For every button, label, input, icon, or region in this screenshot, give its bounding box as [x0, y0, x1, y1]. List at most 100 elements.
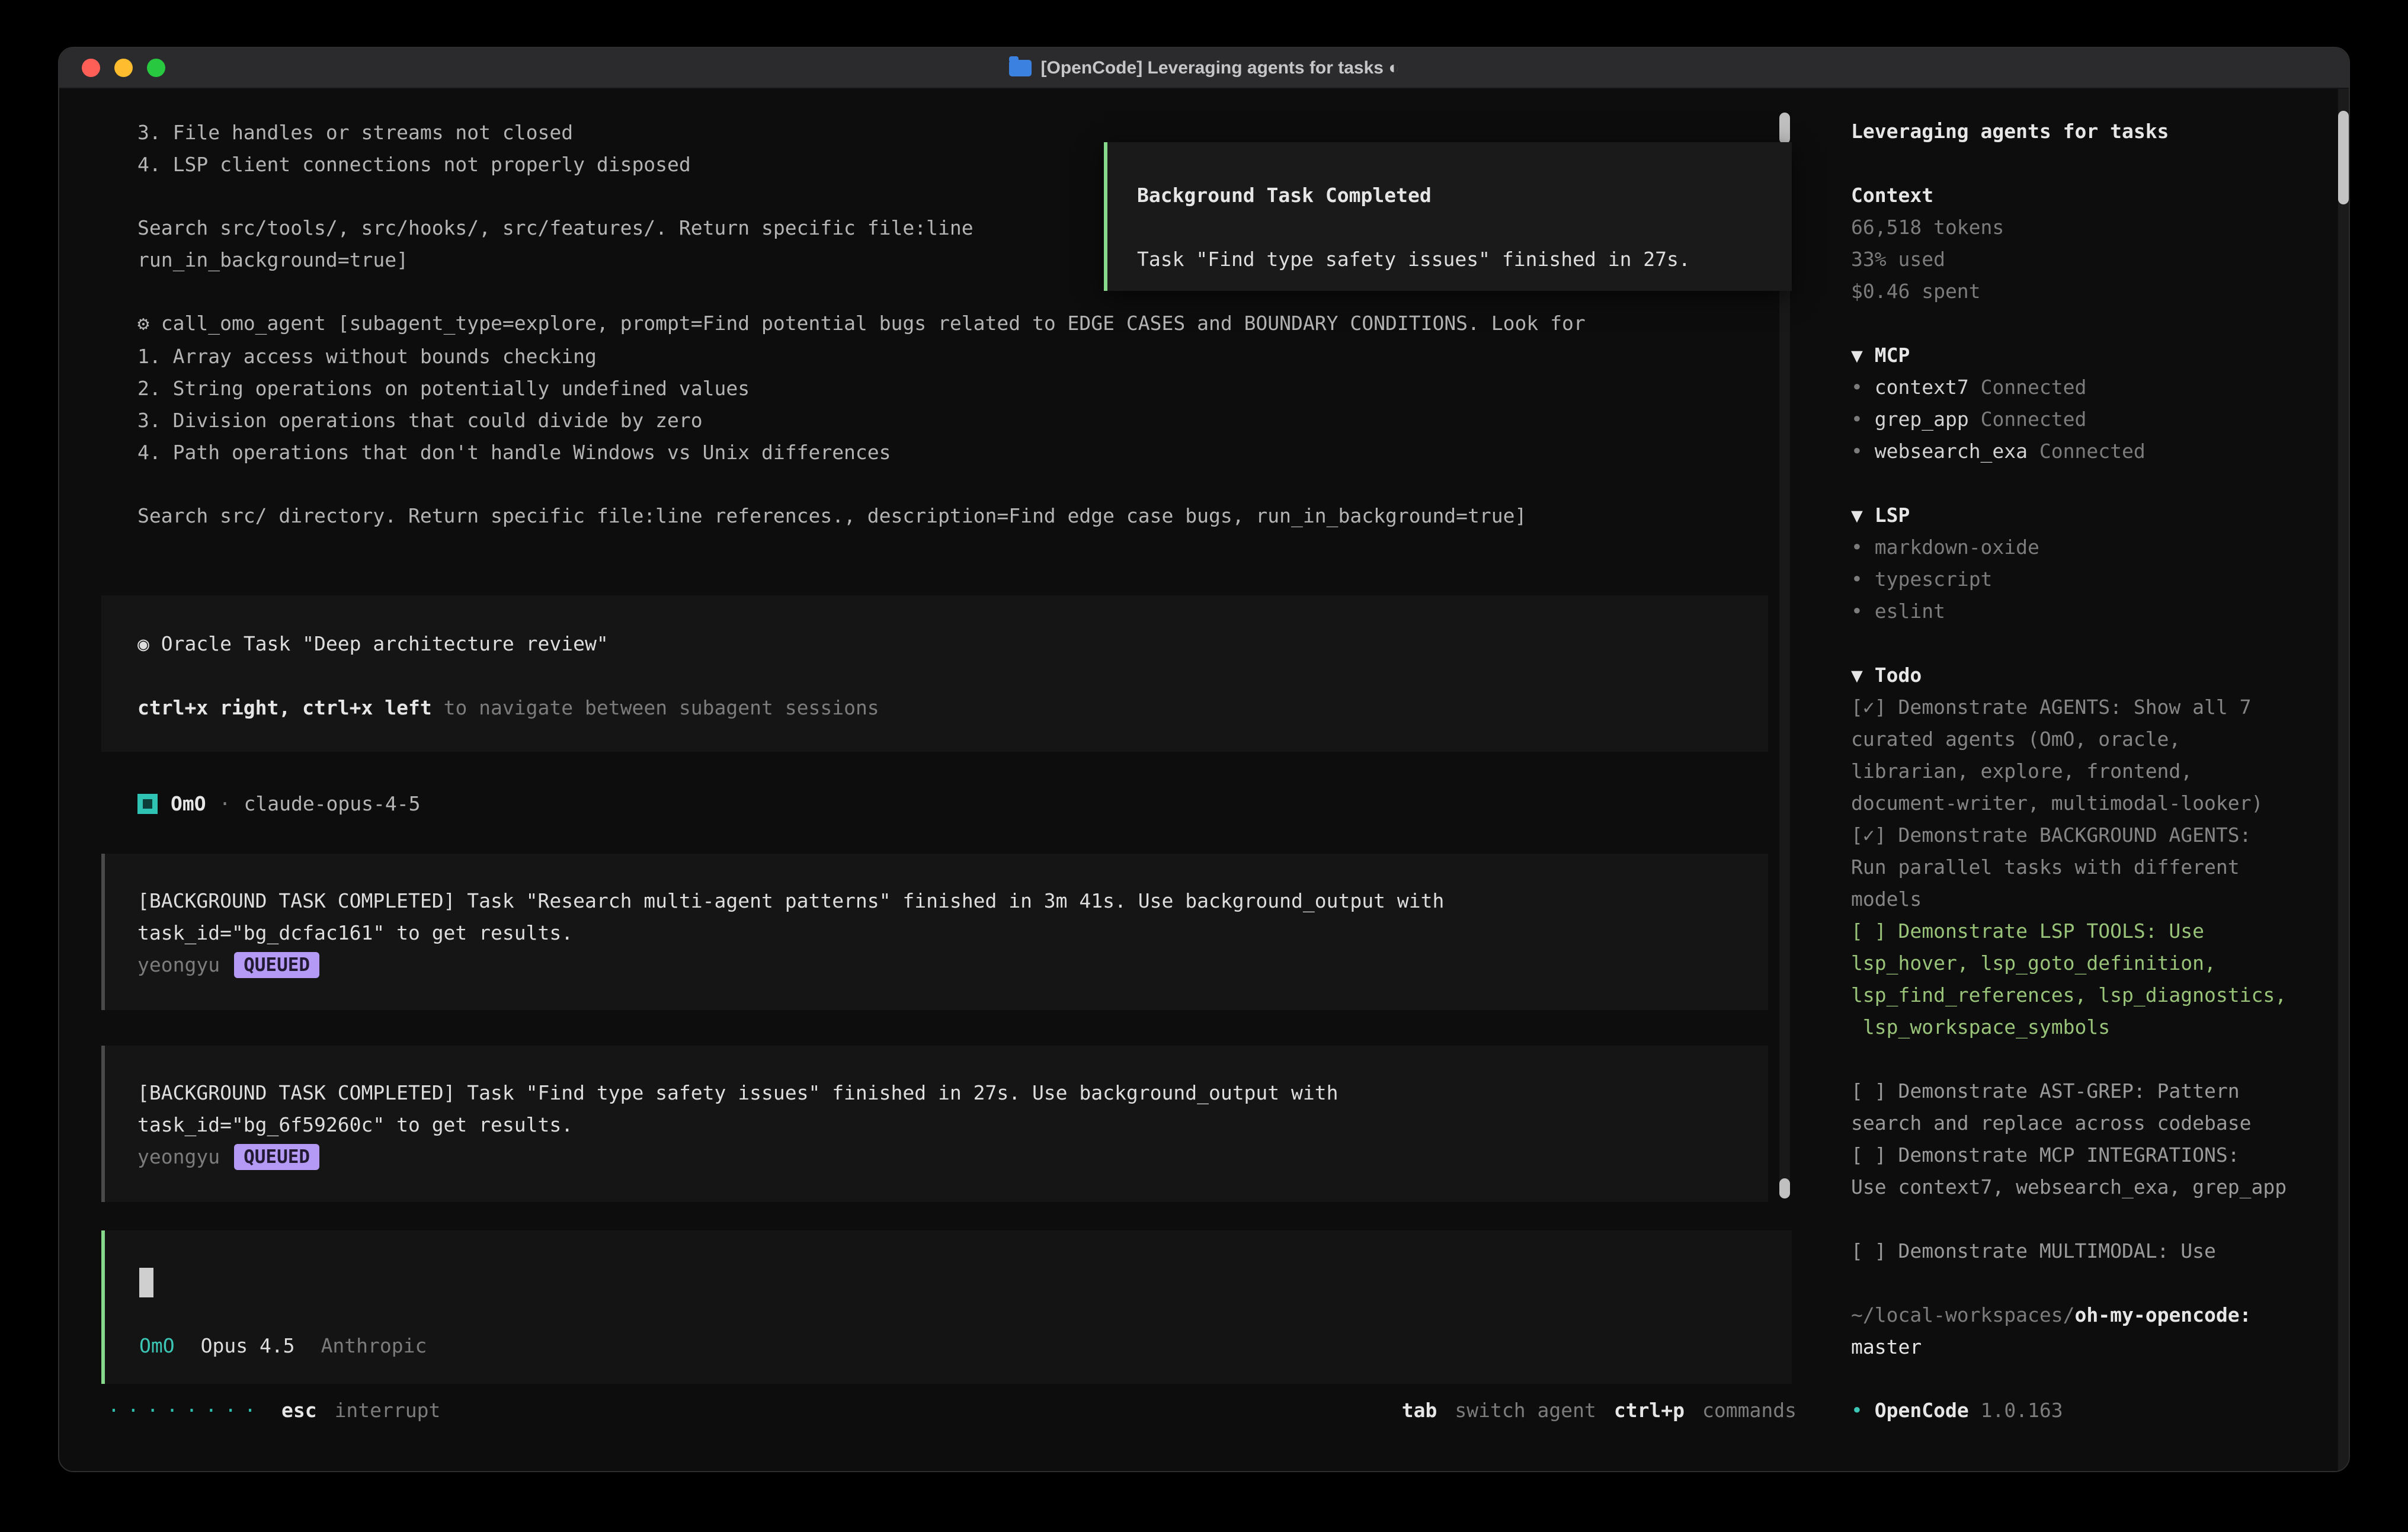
todo-section-header[interactable]: ▼ Todo [1851, 659, 2334, 691]
esc-key-hint: esc [281, 1395, 317, 1427]
minimize-button[interactable] [114, 59, 133, 77]
chevron-down-icon: ▼ [1851, 664, 1863, 687]
mcp-section-header[interactable]: ▼ MCP [1851, 339, 2334, 371]
zoom-button[interactable] [147, 59, 165, 77]
esc-key-label: interrupt [335, 1395, 441, 1427]
todo-item-active: [ ] Demonstrate LSP TOOLS: Use lsp_hover… [1851, 915, 2334, 1043]
app-version: 1.0.163 [1981, 1399, 2063, 1422]
prompt-input[interactable]: OmO Opus 4.5 Anthropic [101, 1230, 1792, 1384]
tool-call-line: ⚙ call_omo_agent [subagent_type=explore,… [137, 307, 1773, 339]
log-line: run_in_background=true] [137, 244, 974, 276]
window-title: [OpenCode] Leveraging agents for tasks ◐ [1041, 58, 1400, 78]
bullet-icon: • [1851, 440, 1863, 463]
agent-name: OmO [171, 788, 206, 820]
workspace-branch: master [1851, 1331, 2334, 1363]
mcp-status: Connected [2039, 440, 2146, 463]
gear-icon: ⚙ [137, 312, 149, 335]
bug-list-item: 2. String operations on potentially unde… [137, 373, 891, 405]
sidebar-scrollbar-thumb[interactable] [2338, 111, 2349, 204]
agent-model: claude-opus-4-5 [244, 788, 420, 820]
todo-item: [✓] Demonstrate BACKGROUND AGENTS: Run p… [1851, 819, 2334, 915]
lsp-item: • markdown-oxide [1851, 531, 2334, 563]
toast-body: Task "Find type safety issues" finished … [1137, 243, 1774, 275]
chat-scrollbar-thumb[interactable] [1779, 1178, 1790, 1198]
log-block-cleanup: 3. File handles or streams not closed 4.… [137, 117, 691, 181]
tab-key-label: switch agent [1455, 1395, 1596, 1427]
mcp-item: • websearch_exa Connected [1851, 435, 2334, 467]
message-card[interactable]: [BACKGROUND TASK COMPLETED] Task "Resear… [101, 854, 1768, 1010]
todo-item: [ ] Demonstrate MULTIMODAL: Use [1851, 1235, 2334, 1267]
bug-list-item: 1. Array access without bounds checking [137, 341, 891, 373]
context-used: 33% used [1851, 243, 2334, 275]
mcp-name: context7 [1875, 376, 1969, 399]
background-task-toast[interactable]: Background Task Completed Task "Find typ… [1104, 142, 1792, 291]
chat-scrollbar-thumb[interactable] [1779, 113, 1790, 144]
bullet-icon: • [1851, 376, 1863, 399]
workspace-path: ~/local-workspaces/oh-my-opencode: [1851, 1299, 2334, 1331]
context-heading: Context [1851, 180, 2334, 211]
lsp-item: • eslint [1851, 595, 2334, 627]
input-meta: OmO Opus 4.5 Anthropic [139, 1330, 1774, 1362]
chevron-down-icon: ▼ [1851, 504, 1863, 527]
text-cursor [139, 1268, 153, 1297]
lsp-name: eslint [1875, 600, 1945, 623]
bug-list: 1. Array access without bounds checking … [137, 341, 891, 469]
message-author: yeongyu [137, 1141, 220, 1173]
workspace-path-prefix: ~/local-workspaces/ [1851, 1303, 2075, 1326]
traffic-lights [82, 48, 165, 88]
lsp-section-header[interactable]: ▼ LSP [1851, 499, 2334, 531]
mcp-status: Connected [1981, 408, 2087, 431]
tool-call-text: call_omo_agent [subagent_type=explore, p… [149, 312, 1586, 335]
oracle-hint-text: to navigate between subagent sessions [432, 696, 879, 719]
bullet-icon: • [1851, 536, 1863, 559]
window-title-group: [OpenCode] Leveraging agents for tasks ◐ [1009, 58, 1400, 78]
input-model-name: Opus 4.5 [201, 1330, 295, 1362]
status-bar: ········ esc interrupt tab switch agent … [59, 1395, 1828, 1427]
workspace-repo: oh-my-opencode: [2075, 1303, 2252, 1326]
mcp-name: grep_app [1875, 408, 1969, 431]
log-line: 3. File handles or streams not closed [137, 117, 691, 149]
toast-title: Background Task Completed [1137, 180, 1774, 211]
status-badge: QUEUED [234, 952, 319, 978]
mcp-item: • context7 Connected [1851, 371, 2334, 403]
folder-icon [1009, 60, 1032, 76]
agent-session-header[interactable]: OmO · claude-opus-4-5 [137, 788, 421, 820]
terminal-content: 3. File handles or streams not closed 4.… [59, 89, 2349, 1471]
app-version-footer: • OpenCode 1.0.163 [1851, 1395, 2063, 1427]
mcp-status: Connected [1981, 376, 2087, 399]
oracle-hint-keys: ctrl+x right, ctrl+x left [137, 696, 432, 719]
context-spent: $0.46 spent [1851, 275, 2334, 307]
input-agent-name: OmO [139, 1330, 175, 1362]
todo-item: [ ] Demonstrate MCP INTEGRATIONS: Use co… [1851, 1139, 2334, 1203]
oracle-task-panel[interactable]: ◉ Oracle Task "Deep architecture review"… [101, 595, 1768, 752]
mcp-heading [1863, 344, 1875, 367]
message-card[interactable]: [BACKGROUND TASK COMPLETED] Task "Find t… [101, 1046, 1768, 1202]
log-block-search: Search src/tools/, src/hooks/, src/featu… [137, 212, 974, 276]
oracle-icon: ◉ [137, 632, 149, 655]
bug-list-item: 3. Division operations that could divide… [137, 405, 891, 437]
input-provider-name: Anthropic [321, 1330, 427, 1362]
chat-area[interactable]: 3. File handles or streams not closed 4.… [59, 89, 1828, 1471]
oracle-title: Oracle Task "Deep architecture review" [149, 632, 609, 655]
spinner-dots: ········ [108, 1395, 264, 1427]
lsp-name: typescript [1875, 568, 1993, 591]
message-text: [BACKGROUND TASK COMPLETED] Task "Find t… [137, 1077, 1744, 1141]
commands-key-hint: ctrl+p [1614, 1395, 1685, 1427]
message-text: [BACKGROUND TASK COMPLETED] Task "Resear… [137, 885, 1744, 949]
todo-item: [ ] Demonstrate AST-GREP: Pattern search… [1851, 1075, 2334, 1139]
message-author: yeongyu [137, 949, 220, 981]
sidebar-scrollbar[interactable] [2338, 89, 2349, 1471]
tab-key-hint: tab [1402, 1395, 1437, 1427]
titlebar[interactable]: [OpenCode] Leveraging agents for tasks ◐ [59, 48, 2349, 89]
terminal-window: [OpenCode] Leveraging agents for tasks ◐… [58, 47, 2350, 1472]
lsp-item: • typescript [1851, 563, 2334, 595]
session-title: Leveraging agents for tasks [1851, 116, 2334, 148]
mcp-name: websearch_exa [1875, 440, 2028, 463]
bullet-icon: • [1851, 600, 1863, 623]
sidebar[interactable]: Leveraging agents for tasks Context 66,5… [1851, 89, 2334, 1363]
app-name: OpenCode [1875, 1399, 1969, 1422]
commands-key-label: commands [1702, 1395, 1797, 1427]
search-directive-line: Search src/ directory. Return specific f… [137, 500, 1773, 532]
chevron-down-icon: ▼ [1851, 344, 1863, 367]
close-button[interactable] [82, 59, 100, 77]
